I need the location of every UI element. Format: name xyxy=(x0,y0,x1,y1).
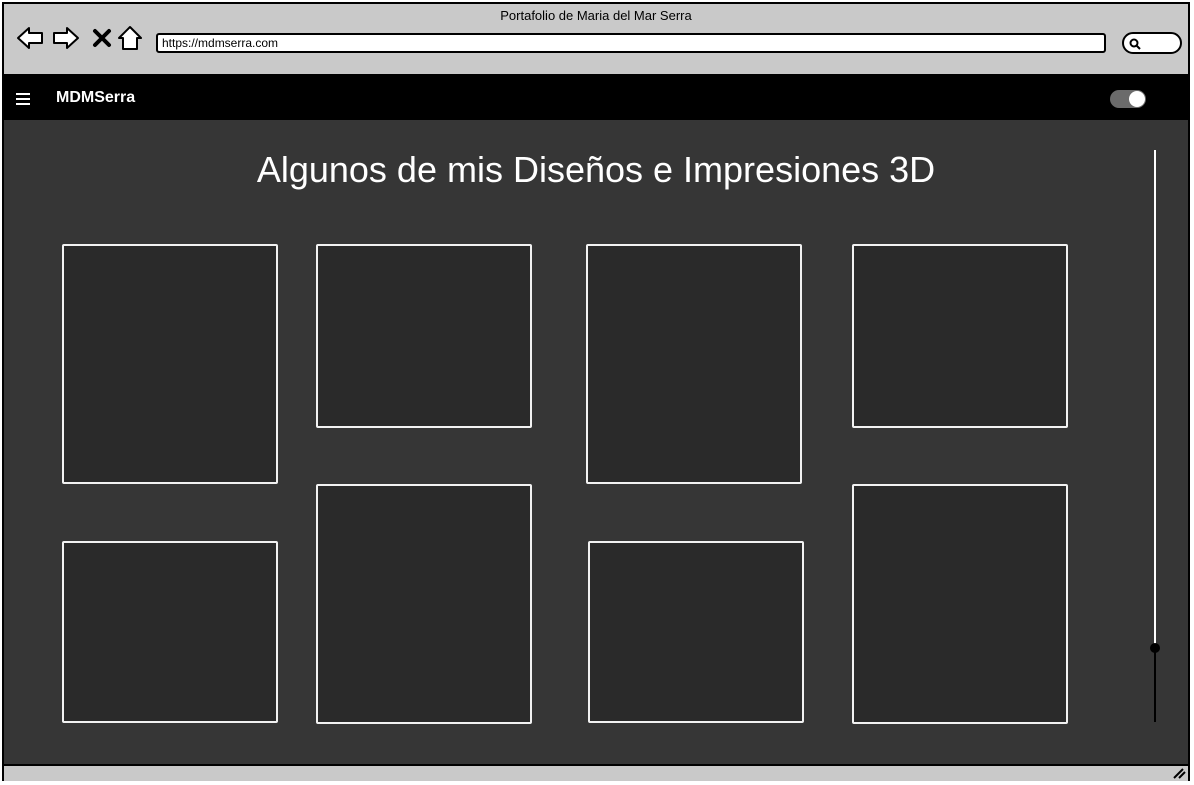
search-icon xyxy=(1129,38,1141,50)
gallery-item-5[interactable] xyxy=(62,541,278,723)
window-title: Portafolio de Maria del Mar Serra xyxy=(500,8,692,23)
page-title: Algunos de mis Diseños e Impresiones 3D xyxy=(256,149,936,190)
slider-thumb[interactable] xyxy=(1150,643,1160,653)
url-input[interactable]: https://mdmserra.com xyxy=(156,33,1106,53)
main-content: Algunos de mis Diseños e Impresiones 3D xyxy=(4,120,1188,764)
toggle-knob xyxy=(1129,91,1145,107)
gallery-item-4[interactable] xyxy=(852,244,1068,428)
gallery-item-6[interactable] xyxy=(316,484,532,724)
gallery-item-7[interactable] xyxy=(588,541,804,723)
slider-track-lower xyxy=(1154,648,1156,722)
search-field[interactable] xyxy=(1122,32,1182,54)
app-bar: MDMSerra xyxy=(4,74,1188,122)
gallery-item-2[interactable] xyxy=(316,244,532,428)
gallery-item-8[interactable] xyxy=(852,484,1068,724)
close-icon[interactable] xyxy=(88,24,116,52)
browser-window: Portafolio de Maria del Mar Serra https:… xyxy=(2,2,1190,781)
vertical-scroll-slider[interactable] xyxy=(1150,150,1160,722)
brand-name[interactable]: MDMSerra xyxy=(56,89,135,107)
gallery-item-3[interactable] xyxy=(586,244,802,484)
back-arrow-icon[interactable] xyxy=(16,24,44,52)
hamburger-menu-icon[interactable] xyxy=(15,92,31,106)
resize-grip-icon[interactable] xyxy=(1172,767,1186,779)
home-icon[interactable] xyxy=(116,24,144,52)
theme-toggle[interactable] xyxy=(1110,90,1146,108)
status-bar xyxy=(4,764,1188,781)
forward-arrow-icon[interactable] xyxy=(52,24,80,52)
slider-track-upper xyxy=(1154,150,1156,648)
gallery-item-1[interactable] xyxy=(62,244,278,484)
